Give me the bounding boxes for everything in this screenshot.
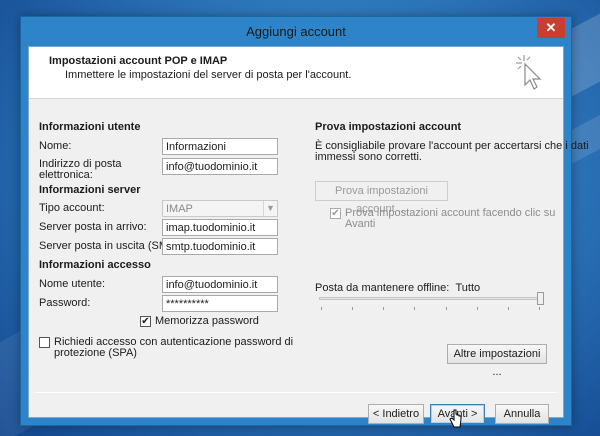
slider-tick	[352, 307, 354, 310]
back-button[interactable]: < Indietro	[368, 404, 424, 424]
account-type-value: IMAP	[166, 203, 193, 215]
slider-tick	[445, 307, 447, 310]
dialog-body: Impostazioni account POP e IMAP Immetter…	[28, 46, 589, 428]
slider-tick	[383, 307, 385, 310]
slider-tick	[321, 307, 322, 310]
chevron-down-icon: ▼	[263, 201, 277, 216]
incoming-server-input[interactable]: imap.tuodominio.it	[162, 219, 278, 236]
close-icon: ✕	[545, 20, 557, 35]
slider-tick	[507, 307, 509, 310]
close-button[interactable]: ✕	[537, 18, 565, 38]
offline-label-text: Posta da mantenere offline:	[315, 282, 450, 294]
auto-test-label-line1: Prova impostazioni account facendo clic …	[345, 207, 556, 219]
offline-slider-track[interactable]	[319, 297, 541, 300]
offline-value: Tutto	[455, 282, 481, 294]
header-title: Impostazioni account POP e IMAP	[49, 55, 228, 67]
remember-password-checkbox[interactable]: ✔	[140, 316, 151, 327]
offline-label: Posta da mantenere offline: Tutto	[315, 282, 480, 294]
name-label: Nome:	[39, 140, 72, 152]
account-type-label: Tipo account:	[39, 202, 105, 214]
password-label: Password:	[39, 297, 91, 309]
wizard-header: Impostazioni account POP e IMAP Immetter…	[29, 47, 563, 99]
name-input[interactable]: Informazioni	[162, 138, 278, 155]
email-label-line2: elettronica:	[39, 169, 93, 181]
title-bar[interactable]: Aggiungi account ✕	[21, 17, 571, 46]
wizard-cursor-icon	[516, 55, 542, 90]
auto-test-label-line2: Avanti	[345, 218, 376, 230]
test-account-button[interactable]: Prova impostazioni account ...	[315, 181, 448, 215]
access-info-heading: Informazioni accesso	[39, 259, 151, 271]
account-type-select: IMAP ▼	[162, 200, 278, 217]
test-description-line2: immessi sono corretti.	[315, 151, 422, 163]
remember-password-label: Memorizza password	[155, 315, 259, 327]
username-label: Nome utente:	[39, 278, 106, 290]
username-input[interactable]: info@tuodominio.it	[162, 276, 278, 293]
user-info-heading: Informazioni utente	[39, 121, 141, 133]
password-input[interactable]: **********	[162, 295, 278, 312]
slider-tick	[539, 307, 540, 310]
outgoing-server-input[interactable]: smtp.tuodominio.it	[162, 238, 278, 255]
header-subtitle: Immettere le impostazioni del server di …	[65, 69, 352, 81]
slider-tick	[414, 307, 416, 310]
cancel-button[interactable]: Annulla	[495, 404, 549, 424]
auto-test-checkbox[interactable]: ✔	[330, 208, 341, 219]
add-account-window: Aggiungi account ✕ Impostazioni account …	[20, 16, 589, 428]
spa-label-line2: protezione (SPA)	[54, 347, 137, 359]
test-settings-heading: Prova impostazioni account	[315, 121, 462, 133]
footer-divider	[35, 392, 557, 393]
mouse-cursor-icon	[449, 409, 462, 428]
server-info-heading: Informazioni server	[39, 184, 141, 196]
email-input[interactable]: info@tuodominio.it	[162, 158, 278, 175]
incoming-server-label: Server posta in arrivo:	[39, 221, 147, 233]
offline-slider-thumb[interactable]	[537, 292, 544, 305]
window-title: Aggiungi account	[246, 24, 346, 39]
slider-tick	[476, 307, 478, 310]
more-settings-button[interactable]: Altre impostazioni ...	[447, 344, 547, 378]
spa-checkbox[interactable]	[39, 337, 50, 348]
